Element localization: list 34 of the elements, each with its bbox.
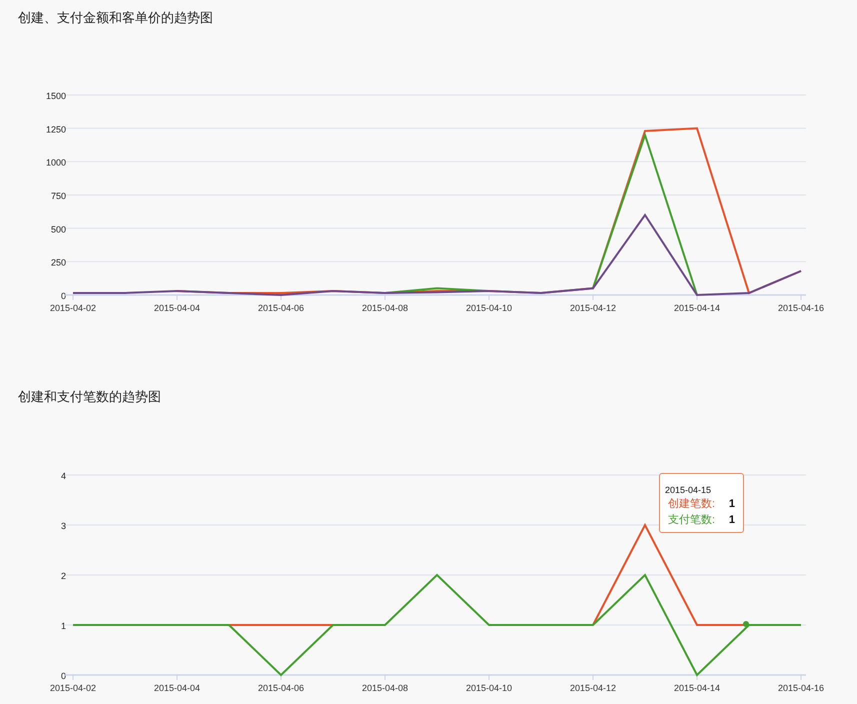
tooltip-label: 支付笔数: xyxy=(668,513,716,528)
y-tick-label: 1000 xyxy=(46,158,66,168)
x-tick-label: 2015-04-10 xyxy=(466,303,512,313)
x-tick-label: 2015-04-10 xyxy=(466,683,512,693)
y-tick-label: 250 xyxy=(50,258,66,268)
x-tick-label: 2015-04-14 xyxy=(674,303,720,313)
y-tick-label: 500 xyxy=(50,224,66,234)
x-tick-label: 2015-04-04 xyxy=(154,683,200,693)
x-tick-label: 2015-04-12 xyxy=(570,683,616,693)
x-tick-label: 2015-04-06 xyxy=(258,303,304,313)
y-tick-label: 1500 xyxy=(46,91,66,101)
chart-title: 创建、支付金额和客单价的趋势图 xyxy=(17,9,213,27)
x-tick-label: 2015-04-16 xyxy=(778,303,824,313)
x-tick-label: 2015-04-14 xyxy=(674,683,720,693)
data-point xyxy=(743,621,749,627)
y-tick-label: 1250 xyxy=(46,124,66,134)
chart-title: 创建和支付笔数的趋势图 xyxy=(17,388,161,406)
tooltip-date: 2015-04-15 xyxy=(665,484,712,496)
x-tick-label: 2015-04-12 xyxy=(570,303,616,313)
y-tick-label: 2 xyxy=(60,571,66,581)
y-tick-label: 1 xyxy=(60,621,66,631)
x-tick-label: 2015-04-02 xyxy=(50,683,96,693)
x-tick-label: 2015-04-04 xyxy=(154,303,200,313)
x-tick-label: 2015-04-16 xyxy=(778,683,824,693)
x-tick-label: 2015-04-02 xyxy=(50,303,96,313)
x-tick-label: 2015-04-08 xyxy=(362,303,408,313)
y-tick-label: 4 xyxy=(60,471,66,481)
x-tick-label: 2015-04-06 xyxy=(258,683,304,693)
tooltip-value: 1 xyxy=(728,513,735,528)
tooltip-value: 1 xyxy=(728,497,735,512)
x-tick-label: 2015-04-08 xyxy=(362,683,408,693)
tooltip-label: 创建笔数: xyxy=(668,497,716,512)
y-tick-label: 750 xyxy=(50,191,66,201)
y-tick-label: 3 xyxy=(60,521,66,531)
